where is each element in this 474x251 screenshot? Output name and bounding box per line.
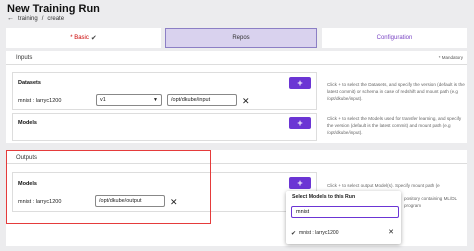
dataset-row-name: mnist : larryc1200 — [18, 98, 62, 104]
datasets-help-text: Click + to select the Datasets, and spec… — [327, 82, 465, 101]
check-icon: ✔ — [90, 35, 97, 42]
inputs-label: Inputs — [16, 55, 33, 61]
tab-repos[interactable]: Repos — [165, 28, 317, 48]
tab-basic-label: * Basic — [70, 35, 89, 41]
chevron-down-icon: ▼ — [153, 97, 158, 103]
wizard-tabs: * Basic ✔ Repos Configuration — [6, 28, 467, 48]
input-models-help-text: Click + to select the Models used for tr… — [327, 116, 462, 135]
check-icon: ✔ — [291, 230, 297, 237]
model-search-input[interactable]: mnist — [291, 206, 399, 218]
remove-dataset-close-icon[interactable]: ✕ — [242, 97, 250, 106]
breadcrumb-training[interactable]: training — [18, 16, 38, 22]
dropdown-title: Select Models to this Run — [292, 194, 356, 200]
dropdown-option[interactable]: ✔ mnist : larryc1200 ✕ — [288, 227, 399, 239]
add-dataset-button[interactable]: + — [289, 77, 311, 89]
deselect-close-icon[interactable]: ✕ — [388, 228, 394, 236]
datasets-title: Datasets — [18, 80, 41, 86]
add-output-model-button[interactable]: + — [289, 177, 311, 189]
inputs-header: Inputs * Mandatory — [6, 51, 467, 65]
output-models-help-line-1: Click + to select output Model(s). Speci… — [327, 183, 440, 188]
input-models-section — [12, 113, 317, 141]
mandatory-note: * Mandatory — [438, 55, 463, 60]
datasets-section — [12, 72, 317, 110]
input-models-title: Models — [18, 120, 37, 126]
dataset-mount-path-input[interactable]: /opt/dkube/input — [167, 94, 237, 106]
back-arrow-icon[interactable]: ← — [7, 15, 14, 22]
tab-configuration[interactable]: Configuration — [322, 28, 467, 48]
dataset-version-value: v1 — [100, 97, 106, 103]
breadcrumb-separator: / — [41, 15, 44, 22]
select-models-dropdown: Select Models to this Run mnist ✔ mnist … — [286, 191, 401, 244]
output-models-help-line-3: program — [404, 203, 422, 208]
outputs-highlight-box — [6, 150, 211, 224]
output-models-help-line-2: pository containing ML/DL — [404, 196, 458, 201]
dropdown-option-label: mnist : larryc1200 — [299, 230, 339, 236]
breadcrumb: ← training / create — [7, 15, 64, 22]
dataset-version-select[interactable]: v1 ▼ — [96, 94, 162, 106]
add-input-model-button[interactable]: + — [289, 117, 311, 129]
breadcrumb-create: create — [47, 15, 65, 22]
tab-basic[interactable]: * Basic ✔ — [6, 28, 161, 48]
page-title: New Training Run — [7, 3, 100, 15]
